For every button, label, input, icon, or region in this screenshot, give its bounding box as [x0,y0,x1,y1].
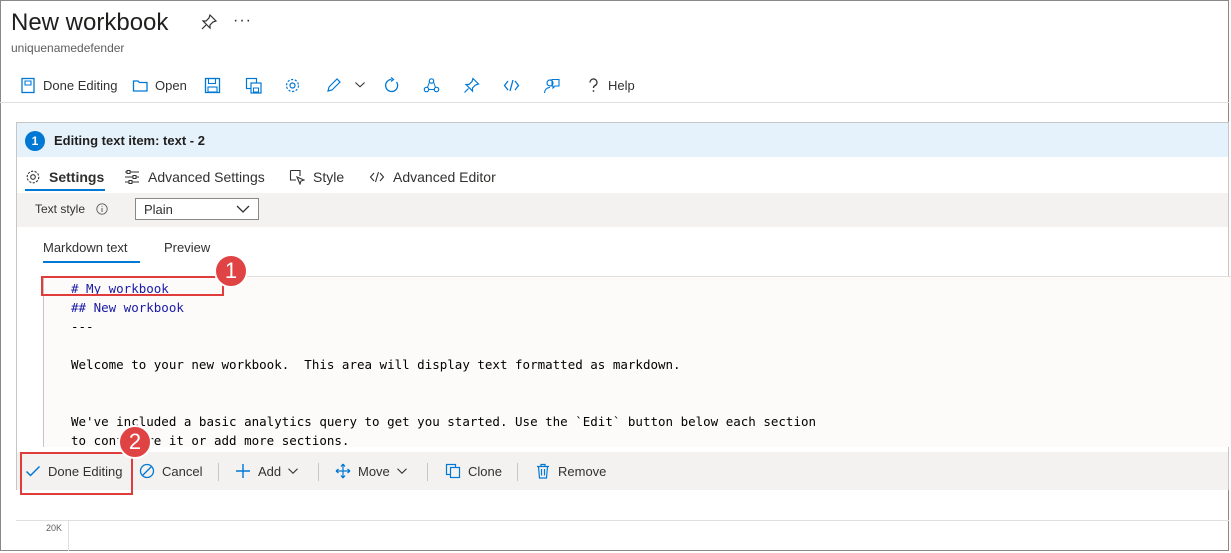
resource-name: uniquenamedefender [11,41,125,55]
remove-label: Remove [558,463,607,479]
save-icon [204,77,221,93]
panel-header: 1 Editing text item: text - 2 [17,123,1228,157]
panel-title: Editing text item: text - 2 [54,133,205,148]
plus-icon [236,464,250,478]
chart-tick-label: 20K [46,523,63,533]
pin-toolbar-button[interactable] [463,70,480,100]
callout-badge: 2 [118,425,152,459]
save-as-icon [245,77,262,94]
folder-open-icon [132,79,148,92]
editor-line: --- [71,319,94,334]
divider [517,463,518,481]
page-title: New workbook [11,9,169,36]
workbook-toolbar: Done Editing Open Help [0,70,1229,103]
active-subtab-indicator [43,261,140,263]
settings-button[interactable] [284,70,301,100]
share-icon [423,77,440,92]
pin-icon[interactable] [201,14,217,30]
question-icon [589,77,598,92]
tab-advanced-editor-label: Advanced Editor [393,169,496,185]
cancel-icon [139,463,155,479]
chart-gridline [16,520,1229,521]
done-editing-label: Done Editing [43,77,118,93]
text-style-dropdown[interactable]: Plain [135,198,259,220]
save-as-button[interactable] [245,70,262,100]
divider [427,463,428,481]
code-icon [369,171,385,183]
code-icon [503,79,520,91]
share-button[interactable] [423,70,440,100]
feedback-icon [543,78,560,93]
subtab-markdown-text[interactable]: Markdown text [43,240,128,255]
chevron-down-icon [236,205,250,213]
move-label: Move [358,463,390,479]
active-tab-indicator [25,189,105,191]
editor-line: We've included a basic analytics query t… [71,414,817,429]
callout-highlight-heading [41,276,224,296]
editor-line: ## New workbook [71,300,184,315]
edit-text-panel: 1 Editing text item: text - 2 Settings A… [16,122,1231,490]
text-style-label: Text style [35,202,86,216]
chevron-down-icon [355,82,365,88]
add-label: Add [258,463,282,479]
code-view-button[interactable] [503,70,520,100]
chevron-down-icon [288,468,299,475]
pin-icon [464,76,480,93]
gear-icon [26,170,40,184]
text-style-row: Text style Plain [17,193,1228,227]
open-label: Open [155,77,187,93]
tab-advanced-settings-label: Advanced Settings [148,169,265,185]
help-button[interactable]: Help [585,70,635,100]
feedback-button[interactable] [543,70,560,100]
info-icon[interactable] [96,203,108,215]
callout-badge: 1 [214,254,248,288]
help-label: Help [608,77,635,93]
move-button[interactable]: Move [335,452,415,490]
divider [318,463,319,481]
clone-label: Clone [468,463,502,479]
cancel-label: Cancel [162,463,203,479]
tab-advanced-settings[interactable]: Advanced Settings [124,165,265,189]
remove-button[interactable]: Remove [535,452,606,490]
chevron-down-icon [396,468,407,475]
cancel-button[interactable]: Cancel [139,452,202,490]
text-style-value: Plain [144,201,173,217]
pencil-icon [327,77,341,92]
step-number: 1 [25,131,45,151]
move-icon [335,463,351,479]
edit-page-icon [21,77,35,93]
refresh-icon [385,76,399,92]
editor-line: to configure it or add more sections. [71,433,350,447]
subtab-preview[interactable]: Preview [164,240,210,255]
save-button[interactable] [204,70,221,100]
markdown-editor[interactable]: # My workbook ## New workbook --- Welcom… [43,276,1231,447]
editor-line: Welcome to your new workbook. This area … [71,357,681,372]
chart-axis [68,521,69,551]
clone-button[interactable]: Clone [445,452,502,490]
refresh-button[interactable] [383,70,400,100]
tab-settings[interactable]: Settings [25,165,104,189]
tab-advanced-editor[interactable]: Advanced Editor [369,165,496,189]
sliders-icon [125,170,139,184]
divider [218,463,219,481]
edit-action-bar: Done Editing Cancel Add Move Clone Remov… [17,452,1228,490]
open-button[interactable]: Open [132,70,187,100]
style-icon [289,169,305,185]
add-button[interactable]: Add [235,452,306,490]
tab-settings-label: Settings [49,169,105,185]
callout-highlight-done-editing [20,452,133,495]
gear-icon [285,78,300,92]
trash-icon [537,463,549,479]
edit-dropdown-button[interactable] [325,70,366,100]
tab-style-label: Style [313,169,345,185]
done-editing-toolbar-button[interactable]: Done Editing [20,70,117,100]
more-options-icon[interactable]: ··· [233,12,252,30]
clone-icon [445,463,461,479]
tab-style[interactable]: Style [289,165,344,189]
